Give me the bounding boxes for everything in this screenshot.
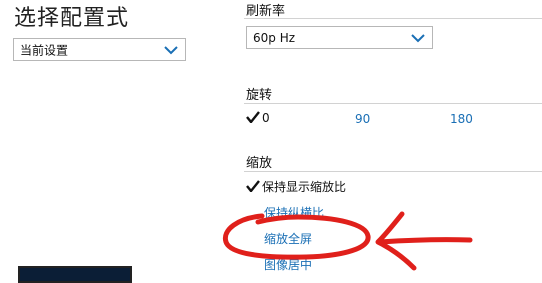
red-annotation-circle-arrow	[222, 211, 473, 271]
